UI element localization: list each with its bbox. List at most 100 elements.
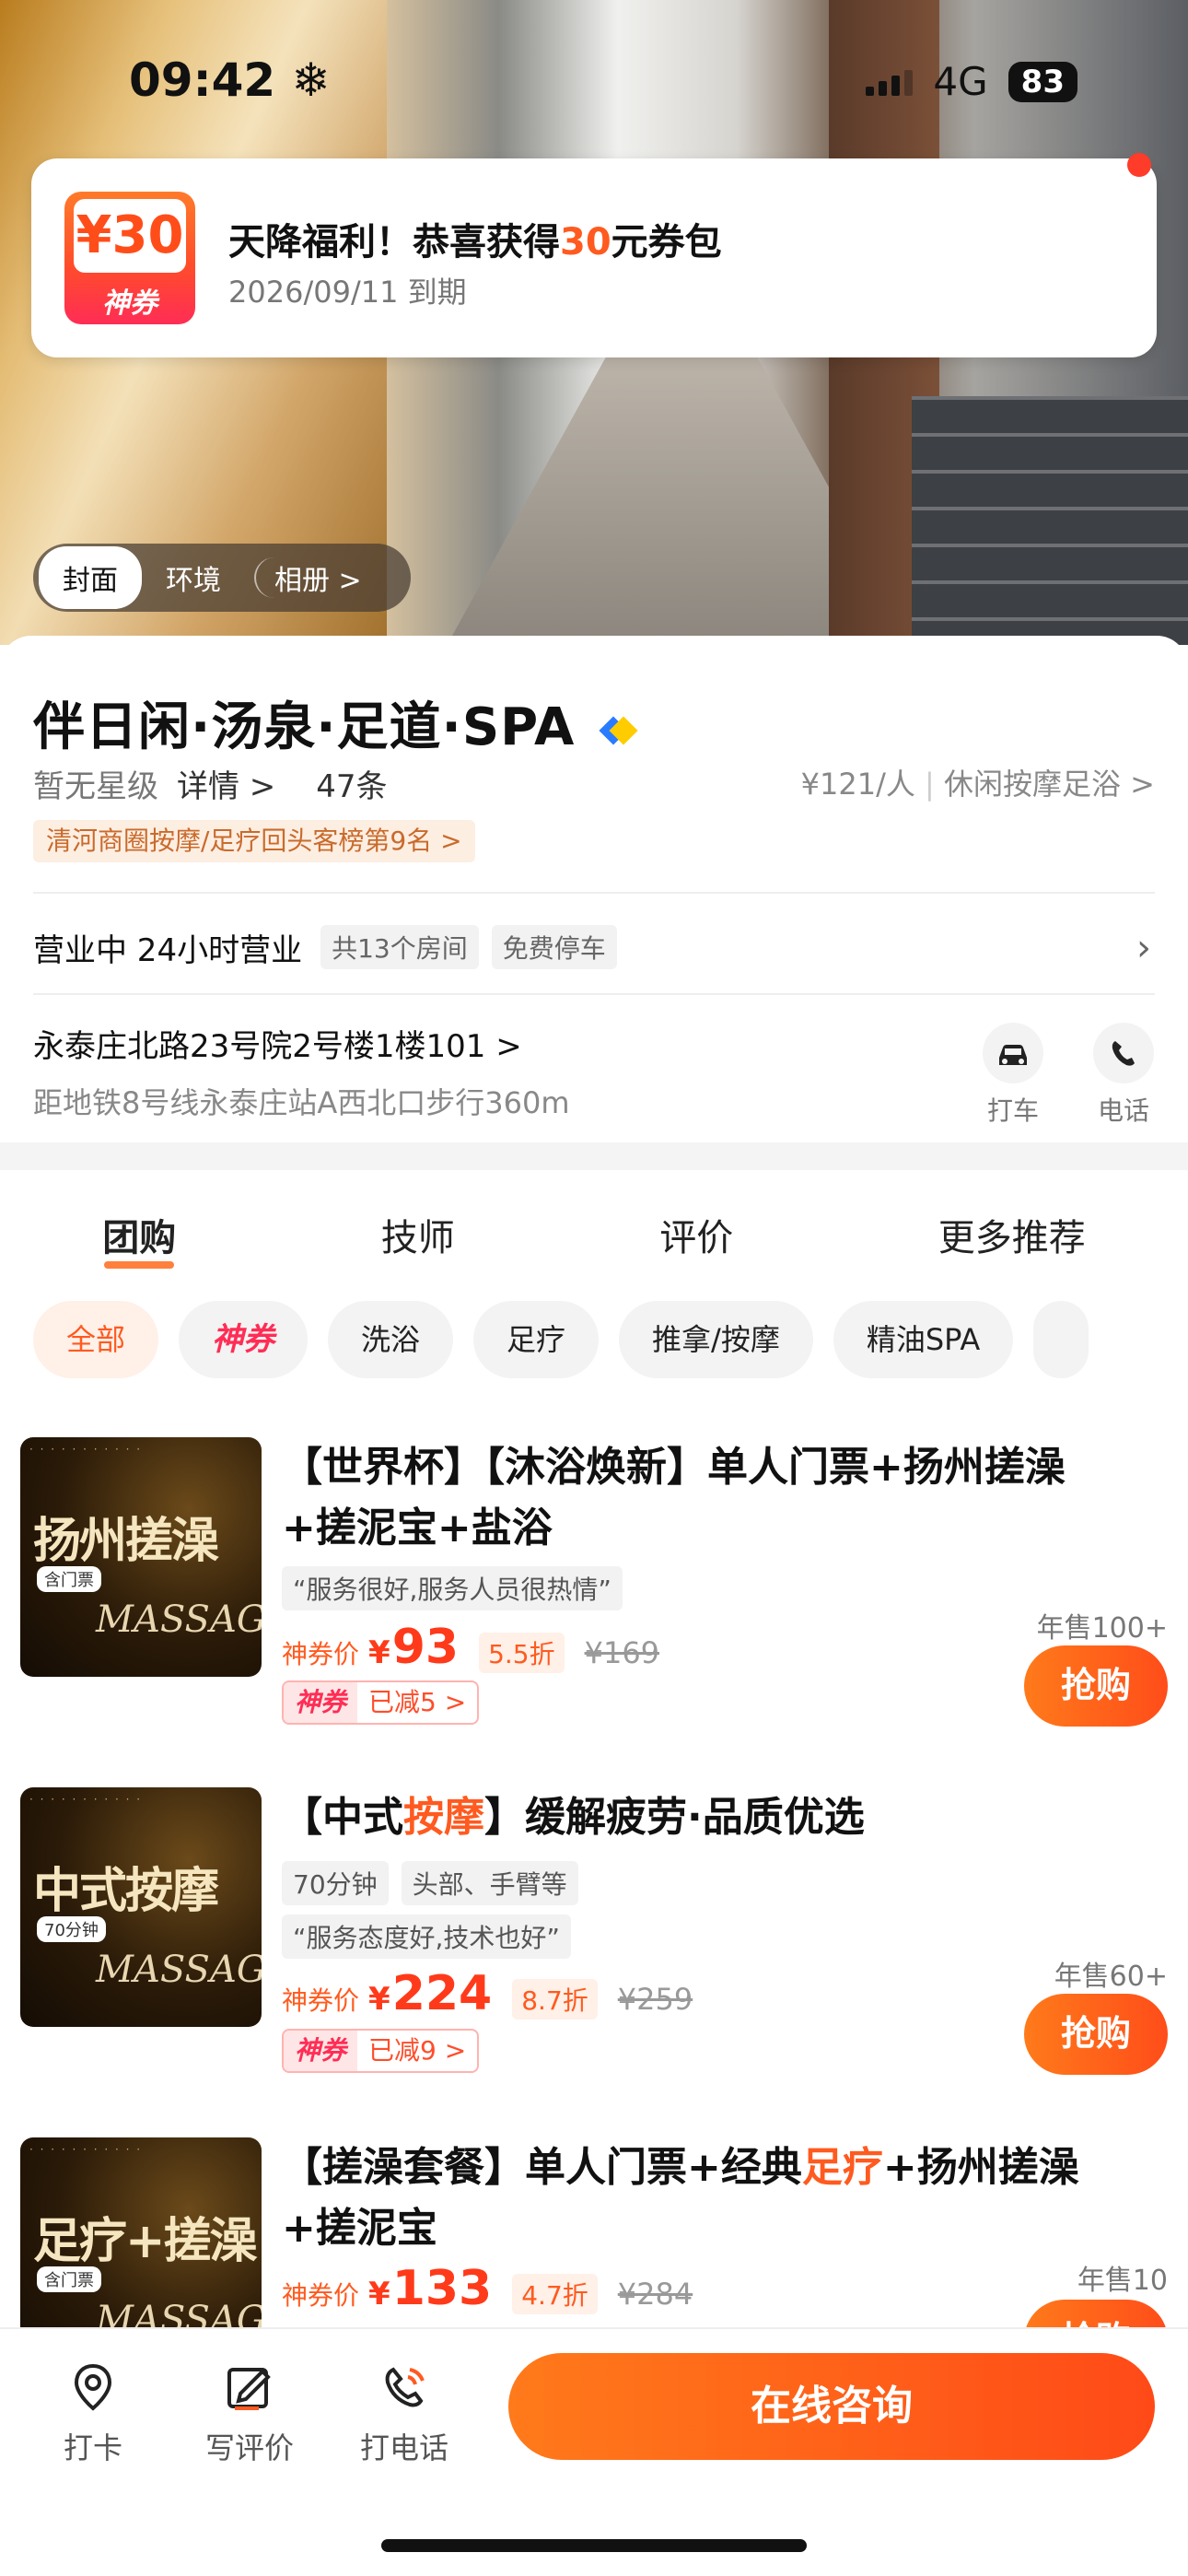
buy-button[interactable]: 抢购: [1024, 1645, 1168, 1727]
filter-chips: 全部 神券 洗浴 足疗 推拿/按摩 精油SPA: [33, 1301, 1188, 1378]
deal-price: 神券价 ¥133 4.7折 ¥284: [282, 2261, 693, 2316]
rating-row: 暂无星级 详情 > 47条: [33, 761, 388, 806]
filter-more[interactable]: [1033, 1301, 1089, 1378]
hero-tabs: 封面 环境 相册 >: [33, 544, 411, 612]
divider: [33, 892, 1155, 894]
deal-item[interactable]: · · · · · · · · · · · 中式按摩 70分钟 MASSAGE …: [0, 1787, 1188, 2119]
deal-image-tag: 含门票: [37, 1566, 101, 1592]
write-review-button[interactable]: 写评价: [181, 2360, 319, 2467]
deal-item[interactable]: · · · · · · · · · · · 扬州搓澡 含门票 MASSAGE 【…: [0, 1437, 1188, 1769]
coupon-badge-label: 神券: [102, 287, 157, 320]
status-bar: 09:42 ❄ 4G 83: [0, 46, 1188, 120]
battery-icon: 83: [1007, 61, 1077, 102]
coupon-amount: ¥30: [74, 199, 186, 273]
price-category[interactable]: ¥121/人 | 休闲按摩足浴 >: [801, 761, 1155, 803]
deal-sold: 年售60+: [1054, 1961, 1168, 1993]
status-time: 09:42 ❄: [129, 53, 331, 107]
deal-image-wordmark: MASSAGE: [96, 1598, 262, 1641]
shop-address[interactable]: 永泰庄北路23号院2号楼1楼101 >: [33, 1021, 522, 1066]
deal-sold: 年售100+: [1036, 1612, 1168, 1645]
call-button[interactable]: 电话: [1087, 1023, 1160, 1128]
call-label: 电话: [1097, 1095, 1149, 1126]
status-indicators: 4G 83: [866, 59, 1077, 104]
taxi-button[interactable]: 打车: [976, 1023, 1050, 1128]
filter-bath[interactable]: 洗浴: [328, 1301, 454, 1378]
snowflake-icon: ❄: [291, 53, 331, 107]
taxi-label: 打车: [986, 1095, 1039, 1126]
shop-name: 伴日闲·汤泉·足道·SPA: [33, 685, 638, 760]
deal-image: · · · · · · · · · · · 扬州搓澡 含门票 MASSAGE: [20, 1437, 262, 1677]
call-shop-label: 打电话: [359, 2430, 448, 2465]
filter-massage[interactable]: 推拿/按摩: [619, 1301, 813, 1378]
verified-badge-icon: [599, 712, 638, 749]
filter-all[interactable]: 全部: [33, 1301, 159, 1378]
call-shop-button[interactable]: 打电话: [335, 2360, 473, 2467]
deal-image-decoration: · · · · · · · · · · ·: [29, 1793, 143, 1806]
shop-category: 休闲按摩足浴 >: [944, 767, 1155, 802]
hero-tab-cover[interactable]: 封面: [39, 546, 142, 609]
deal-image-decoration: · · · · · · · · · · ·: [29, 1443, 143, 1456]
chevron-right-icon: ›: [1136, 927, 1151, 969]
deal-image-tag: 含门票: [37, 2266, 101, 2292]
deal-title: 【世界杯】【沐浴焕新】单人门票+扬州搓澡 +搓泥宝+盐浴: [282, 1444, 1066, 1551]
metro-distance: 距地铁8号线永泰庄站A西北口步行360m: [33, 1085, 570, 1120]
deal-price: 神券价 ¥224 8.7折 ¥259: [282, 1966, 693, 2021]
write-review-label: 写评价: [204, 2430, 294, 2465]
star-level: 暂无星级: [33, 768, 158, 805]
shop-info: 伴日闲·汤泉·足道·SPA 暂无星级 详情 > 47条 ¥121/人 | 休闲按…: [0, 636, 1188, 1142]
deal-title: 【搓澡套餐】单人门票+经典足疗+扬州搓澡 +搓泥宝: [282, 2144, 1079, 2252]
tab-more-recommend[interactable]: 更多推荐: [938, 1208, 1086, 1261]
tab-group-buy[interactable]: 团购: [102, 1208, 176, 1269]
deal-image: · · · · · · · · · · · 中式按摩 70分钟 MASSAGE: [20, 1787, 262, 2027]
hero-image[interactable]: 09:42 ❄ 4G 83 ¥30 神券 天降福利！恭喜获得30元券包 2026…: [0, 0, 1188, 645]
notification-dot: [1127, 153, 1151, 177]
tab-technician[interactable]: 技师: [381, 1208, 455, 1261]
online-consult-button[interactable]: 在线咨询: [508, 2353, 1155, 2460]
hero-tab-album[interactable]: 相册 >: [254, 557, 380, 598]
tab-reviews[interactable]: 评价: [659, 1208, 733, 1261]
rooms-chip: 共13个房间: [320, 925, 479, 969]
network-label: 4G: [933, 59, 988, 104]
hours-row[interactable]: 营业中 24小时营业 共13个房间 免费停车 ›: [33, 919, 1155, 975]
review-count[interactable]: 47条: [316, 761, 387, 806]
phone-icon: [1093, 1023, 1154, 1083]
deal-image-tag: 70分钟: [37, 1916, 106, 1942]
business-hours: 营业中 24小时营业: [33, 931, 303, 969]
deal-image-title: 扬州搓澡: [33, 1513, 219, 1569]
checkin-button[interactable]: 打卡: [24, 2360, 162, 2467]
deal-coupon-tag[interactable]: 神券 已减9 >: [282, 2029, 480, 2073]
deal-tag: 头部、手臂等: [401, 1861, 578, 1905]
location-pin-icon: [65, 2360, 121, 2416]
parking-chip: 免费停车: [491, 925, 617, 969]
checkin-label: 打卡: [63, 2430, 122, 2465]
deal-quote: “服务很好,服务人员很热情”: [282, 1566, 623, 1610]
coupon-title: 天降福利！恭喜获得30元券包: [228, 221, 722, 263]
car-icon: [983, 1023, 1043, 1083]
filter-shen-coupon[interactable]: 神券: [179, 1301, 309, 1378]
content-tabs: 团购 技师 评价 更多推荐: [0, 1198, 1188, 1271]
phone-call-icon: [377, 2360, 432, 2416]
home-indicator[interactable]: [381, 2539, 807, 2552]
detail-link[interactable]: 详情 >: [177, 761, 275, 806]
divider: [33, 993, 1155, 995]
deal-tag: 70分钟: [282, 1861, 389, 1905]
deal-title: 【中式按摩】缓解疲劳·品质优选: [282, 1794, 865, 1841]
deal-sold: 年售10: [1077, 2265, 1168, 2297]
deal-image-title: 足疗+搓澡: [33, 2213, 258, 2269]
write-review-icon: [222, 2360, 277, 2416]
filter-oil-spa[interactable]: 精油SPA: [833, 1301, 1014, 1378]
deal-image-wordmark: MASSAGE: [96, 1949, 262, 1991]
deal-image-decoration: · · · · · · · · · · ·: [29, 2143, 143, 2156]
deal-tags: 70分钟 头部、手臂等: [282, 1861, 578, 1905]
hero-tab-environment[interactable]: 环境: [142, 546, 245, 609]
signal-icon: [866, 68, 914, 96]
price-per-person: ¥121/人: [800, 767, 915, 802]
deal-price: 神券价 ¥93 5.5折 ¥169: [282, 1620, 660, 1675]
buy-button[interactable]: 抢购: [1024, 1994, 1168, 2075]
coupon-expire: 2026/09/11 到期: [228, 275, 467, 310]
filter-foot[interactable]: 足疗: [473, 1301, 600, 1378]
rank-tag[interactable]: 清河商圈按摩/足疗回头客榜第9名 >: [33, 820, 475, 862]
coupon-popup[interactable]: ¥30 神券 天降福利！恭喜获得30元券包 2026/09/11 到期: [31, 153, 1157, 357]
deal-coupon-tag[interactable]: 神券 已减5 >: [282, 1680, 480, 1725]
deal-image-title: 中式按摩: [33, 1863, 219, 1919]
